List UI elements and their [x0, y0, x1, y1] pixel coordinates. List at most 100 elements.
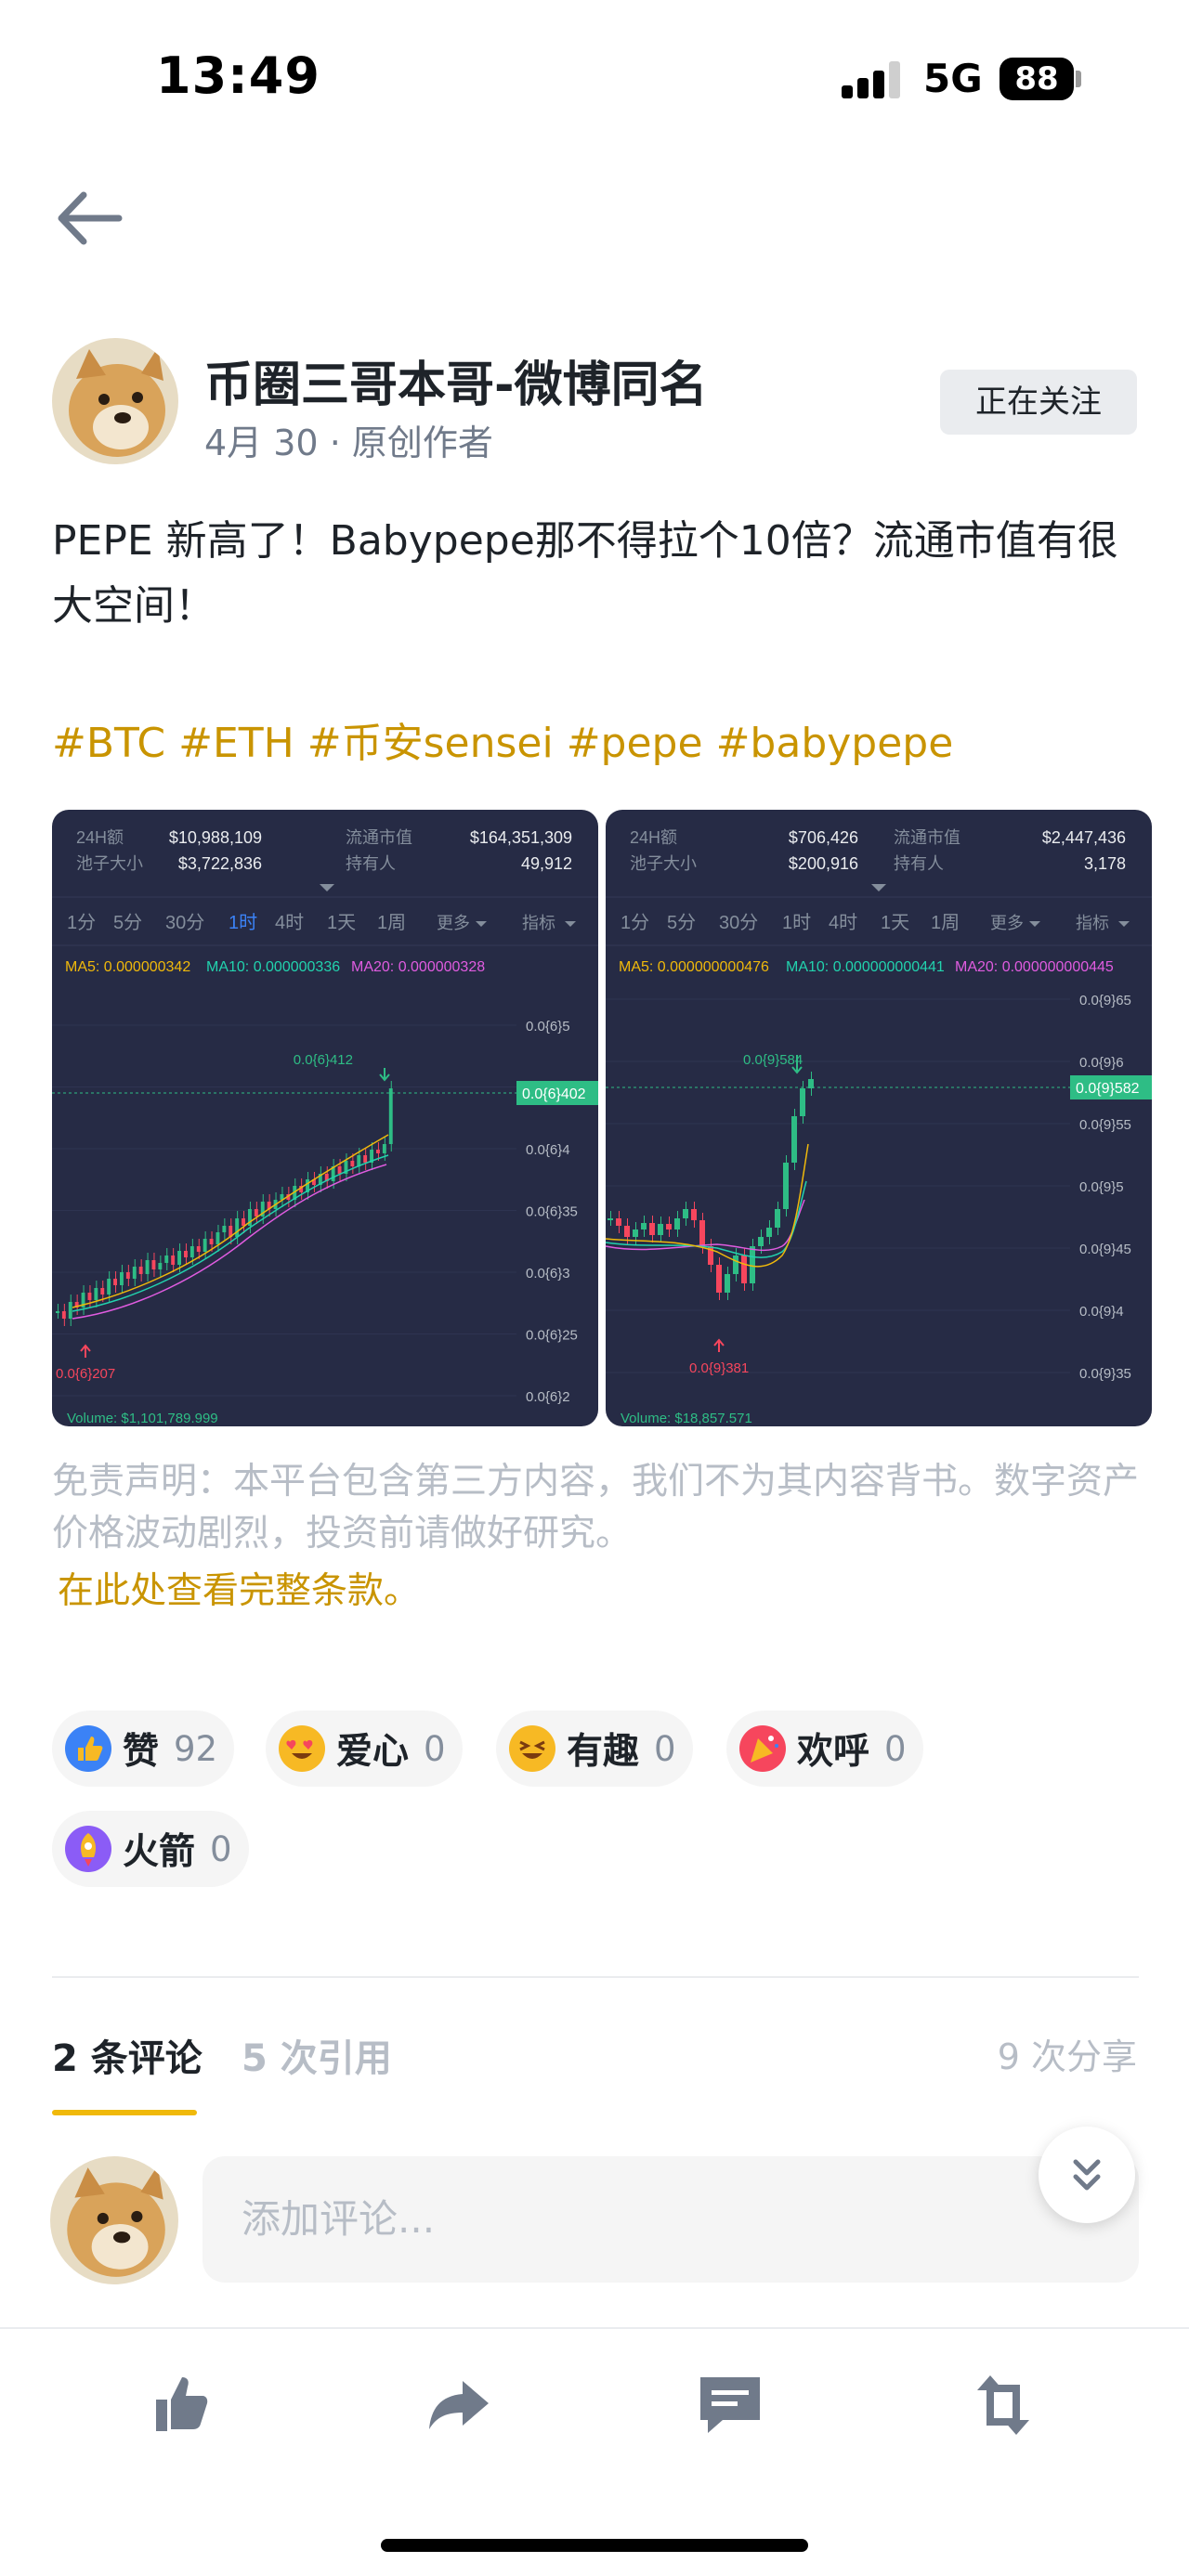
candle-body [113, 1279, 117, 1285]
reaction-like[interactable]: 赞 92 [52, 1711, 235, 1787]
candle-body [254, 1209, 258, 1216]
candle-body [791, 1116, 797, 1163]
candle-body [616, 1218, 621, 1226]
ma20-line [72, 1164, 387, 1320]
follow-button[interactable]: 正在关注 [940, 370, 1137, 435]
candle-body [222, 1226, 227, 1232]
reaction-love[interactable]: 爱心 0 [266, 1711, 463, 1787]
chart-image-babypepe[interactable]: 24H额 $706,426 流通市值 $2,447,436 池子大小 $200,… [606, 810, 1152, 1426]
dropdown-icon [1029, 921, 1040, 927]
price-tick-label: 0.0{9}4 [1079, 1304, 1124, 1320]
scroll-down-button[interactable] [1039, 2127, 1135, 2223]
back-arrow-icon [58, 191, 123, 245]
reaction-cheer[interactable]: 欢呼 0 [726, 1711, 923, 1787]
timeframe-tab: 30分 [165, 912, 204, 933]
stat-label: 池子大小 [630, 854, 697, 873]
comment-button[interactable] [693, 2368, 767, 2442]
candle-body [94, 1288, 98, 1300]
timeframe-tab: 1周 [931, 913, 960, 933]
reaction-funny[interactable]: 有趣 0 [496, 1711, 693, 1787]
post-text: PEPE 新高了！Babypepe那不得拉个10倍？流通市值有很大空间！ [52, 517, 1118, 630]
candle-body [388, 1088, 393, 1144]
price-tick-label: 0.0{9}55 [1079, 1117, 1131, 1133]
candle-body [138, 1267, 143, 1274]
dropdown-icon [565, 921, 576, 927]
hashtag-pepe[interactable]: #pepe [567, 720, 703, 767]
reaction-count: 0 [654, 1728, 676, 1769]
timeframe-tab: 1时 [782, 912, 811, 933]
candle-body [61, 1311, 66, 1319]
candle-body [171, 1255, 176, 1265]
price-tick-label: 0.0{9}5 [1079, 1179, 1124, 1195]
candle-body [87, 1293, 92, 1300]
hashtag-babypepe[interactable]: #babypepe [716, 720, 954, 767]
high-marker: 0.0{6}412 [294, 1052, 353, 1068]
candle-body [733, 1255, 738, 1274]
ma20-label: MA20: 0.000000000445 [955, 959, 1114, 975]
terms-link[interactable]: 在此处查看完整条款。 [58, 1562, 420, 1614]
divider [52, 1976, 1139, 1978]
hashtag-eth[interactable]: #ETH [178, 720, 294, 767]
like-icon [156, 2377, 208, 2431]
candle-body [242, 1218, 245, 1226]
reaction-count: 92 [174, 1728, 218, 1769]
like-button[interactable] [149, 2368, 223, 2442]
share-count[interactable]: 9 次分享 [998, 2028, 1137, 2079]
double-chevron-down-icon [1073, 2159, 1101, 2191]
candle-body [184, 1251, 188, 1257]
arrow-up-icon [80, 1344, 91, 1358]
stat-label: 流通市值 [894, 828, 960, 847]
dropdown-icon [476, 921, 487, 927]
candle-body [120, 1272, 124, 1285]
high-marker: 0.0{9}584 [743, 1052, 803, 1068]
current-price: 0.0{6}402 [522, 1086, 586, 1102]
low-marker: 0.0{6}207 [56, 1366, 115, 1382]
comment-icon [700, 2377, 760, 2433]
candle-body [658, 1224, 663, 1235]
candle-body [145, 1260, 150, 1274]
candle-body [151, 1260, 156, 1269]
tab-quotes[interactable]: 5 次引用 [242, 2028, 392, 2082]
reaction-label: 欢呼 [797, 1731, 870, 1773]
price-tick-label: 0.0{6}35 [526, 1204, 578, 1220]
price-tick-label: 0.0{6}5 [526, 1019, 570, 1034]
thumbs-up-icon [65, 1725, 111, 1772]
chart-image-pepe[interactable]: 24H额 $10,988,109 流通市值 $164,351,309 池子大小 … [52, 810, 598, 1426]
comment-input[interactable]: 添加评论... [203, 2156, 1139, 2283]
candle-body [808, 1079, 814, 1088]
hashtag-sensei[interactable]: #币安sensei [307, 720, 554, 767]
candle-body [107, 1279, 111, 1295]
author-name[interactable]: 币圈三哥本哥-微博同名 [204, 345, 708, 415]
hashtag-btc[interactable]: #BTC [52, 720, 165, 767]
back-button[interactable] [54, 186, 124, 251]
reaction-label: 赞 [123, 1731, 160, 1773]
reaction-rocket[interactable]: 火箭 0 [52, 1811, 249, 1887]
stat-value: $164,351,309 [470, 828, 572, 847]
timeframe-tab-active: 1时 [229, 912, 257, 933]
more-menu: 更多 [437, 914, 470, 932]
disclaimer-text: 免责声明：本平台包含第三方内容，我们不为其内容背书。数字资产价格波动剧烈，投资前… [52, 1461, 1140, 1555]
share-button[interactable] [422, 2368, 496, 2442]
user-avatar[interactable] [50, 2156, 178, 2284]
timeframe-tab: 5分 [113, 912, 142, 933]
reaction-label: 有趣 [567, 1731, 640, 1773]
candle-body [783, 1163, 789, 1209]
share-icon [429, 2381, 489, 2429]
tab-comments[interactable]: 2 条评论 [52, 2028, 203, 2082]
volume-label: Volume: $18,857.571 [621, 1411, 752, 1426]
price-axis: 0.0{6}50.0{6}450.0{6}40.0{6}350.0{6}30.0… [526, 1019, 578, 1405]
price-tick-label: 0.0{9}65 [1079, 993, 1131, 1008]
timeframe-tab: 1分 [621, 912, 649, 933]
repost-button[interactable] [966, 2368, 1040, 2442]
heart-eyes-icon [279, 1725, 325, 1772]
candle-body [624, 1226, 630, 1237]
reaction-count: 0 [210, 1828, 232, 1869]
candle-body [209, 1239, 214, 1244]
stat-value: $2,447,436 [1042, 828, 1126, 847]
price-tick-label: 0.0{6}3 [526, 1266, 570, 1281]
reaction-label: 火箭 [123, 1831, 196, 1873]
ma20-label: MA20: 0.000000328 [351, 959, 485, 975]
author-avatar[interactable] [52, 338, 178, 464]
home-indicator [381, 2539, 808, 2552]
rocket-icon [65, 1826, 111, 1872]
